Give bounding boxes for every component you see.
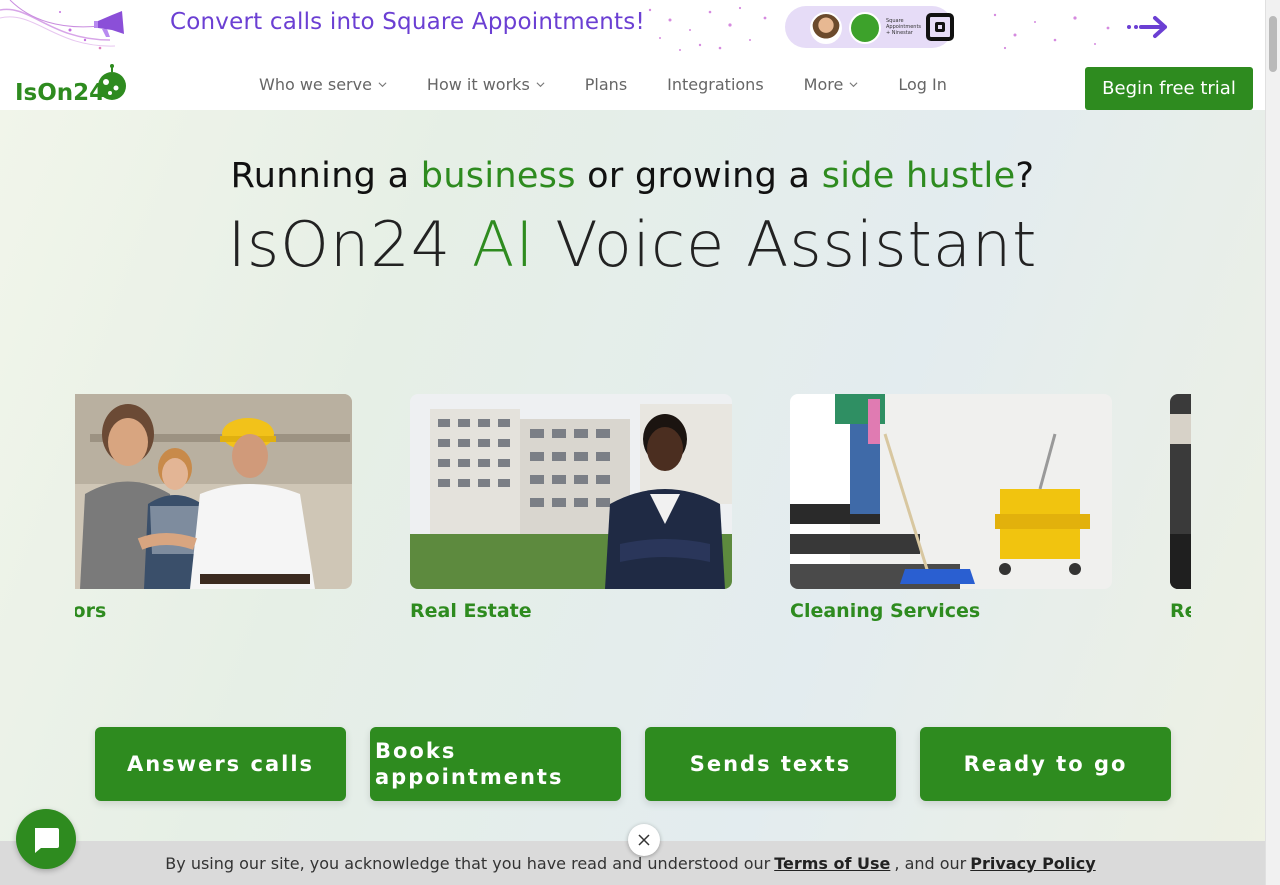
nav-label: How it works	[426, 75, 530, 94]
hero-title: IsOn24 AI Voice Assistant	[0, 208, 1265, 281]
site-header: IsOn24 Who we serve How it works Plans I…	[0, 56, 1265, 110]
title-text: IsOn24	[227, 208, 472, 281]
partial-card-image	[1170, 394, 1191, 589]
feature-books-appointments[interactable]: Books appointments	[370, 727, 621, 801]
mini-logo-text: Square Appointments + Ninestar	[886, 18, 922, 36]
megaphone-icon	[94, 11, 124, 37]
close-icon	[638, 834, 650, 846]
hero-headline: Running a business or growing a side hus…	[0, 156, 1265, 196]
nav-label: More	[803, 75, 844, 94]
feature-answers-calls[interactable]: Answers calls	[95, 727, 346, 801]
sparkle-decoration	[648, 6, 767, 51]
nav-label: Log In	[898, 75, 947, 94]
hero-section: Running a business or growing a side hus…	[0, 110, 1265, 885]
card-label: Re	[1170, 600, 1191, 622]
scrollbar[interactable]	[1265, 0, 1280, 885]
nav-who-we-serve[interactable]: Who we serve	[259, 75, 387, 94]
main-nav: Who we serve How it works Plans Integrat…	[259, 75, 987, 94]
card-label: Cleaning Services	[790, 600, 981, 622]
arrow-right-icon	[1127, 16, 1167, 38]
real-estate-image	[410, 394, 732, 589]
svg-text:IsOn24: IsOn24	[15, 80, 105, 104]
card-label: ractors	[75, 600, 107, 622]
nav-label: Integrations	[667, 75, 764, 94]
feature-sends-texts[interactable]: Sends texts	[645, 727, 896, 801]
nav-log-in[interactable]: Log In	[898, 75, 947, 94]
cookie-text: , and our	[894, 853, 967, 873]
terms-of-use-link[interactable]: Terms of Use	[774, 854, 890, 873]
ison24-icon	[849, 12, 881, 44]
chevron-down-icon	[849, 82, 858, 88]
chat-bubble-icon	[35, 828, 59, 853]
begin-free-trial-button[interactable]: Begin free trial	[1085, 67, 1253, 110]
nav-more[interactable]: More	[804, 75, 859, 94]
contractors-image	[75, 394, 352, 589]
nav-label: Who we serve	[259, 75, 372, 94]
feature-ready-to-go[interactable]: Ready to go	[920, 727, 1171, 801]
promo-banner[interactable]: Convert calls into Square Appointments! …	[0, 0, 1265, 56]
title-highlight: AI	[471, 208, 535, 281]
title-text: Voice Assistant	[534, 208, 1038, 281]
nav-plans[interactable]: Plans	[585, 75, 627, 94]
nav-how-it-works[interactable]: How it works	[427, 75, 545, 94]
industry-carousel[interactable]: ractors	[75, 394, 1191, 634]
square-logo-icon	[926, 13, 954, 41]
ison24-logo[interactable]: IsOn24	[14, 64, 132, 104]
card-partial[interactable]: Re	[1170, 394, 1191, 622]
nav-integrations[interactable]: Integrations	[667, 75, 764, 94]
scrollbar-thumb[interactable]	[1269, 16, 1277, 72]
card-label: Real Estate	[410, 600, 532, 622]
cookie-text: By using our site, you acknowledge that …	[165, 853, 771, 873]
headline-text: or growing a	[575, 156, 822, 196]
sparkle-decoration	[993, 13, 1110, 50]
headline-highlight: business	[420, 156, 576, 196]
feature-buttons: Answers calls Books appointments Sends t…	[95, 727, 1171, 801]
headline-text: Running a	[230, 156, 421, 196]
card-real-estate[interactable]: Real Estate	[410, 394, 732, 622]
chat-widget-button[interactable]	[16, 809, 76, 869]
card-contractors[interactable]: ractors	[75, 394, 352, 622]
cookie-close-button[interactable]	[628, 824, 660, 856]
promo-text[interactable]: Convert calls into Square Appointments!	[170, 9, 645, 35]
chevron-down-icon	[536, 82, 545, 88]
cleaning-services-image	[790, 394, 1112, 589]
headline-text: ?	[1015, 156, 1035, 196]
avatar	[810, 12, 842, 44]
privacy-policy-link[interactable]: Privacy Policy	[970, 854, 1095, 873]
headline-highlight: side hustle	[821, 156, 1016, 196]
nav-label: Plans	[584, 75, 628, 94]
card-cleaning-services[interactable]: Cleaning Services	[790, 394, 1112, 622]
chevron-down-icon	[378, 82, 387, 88]
